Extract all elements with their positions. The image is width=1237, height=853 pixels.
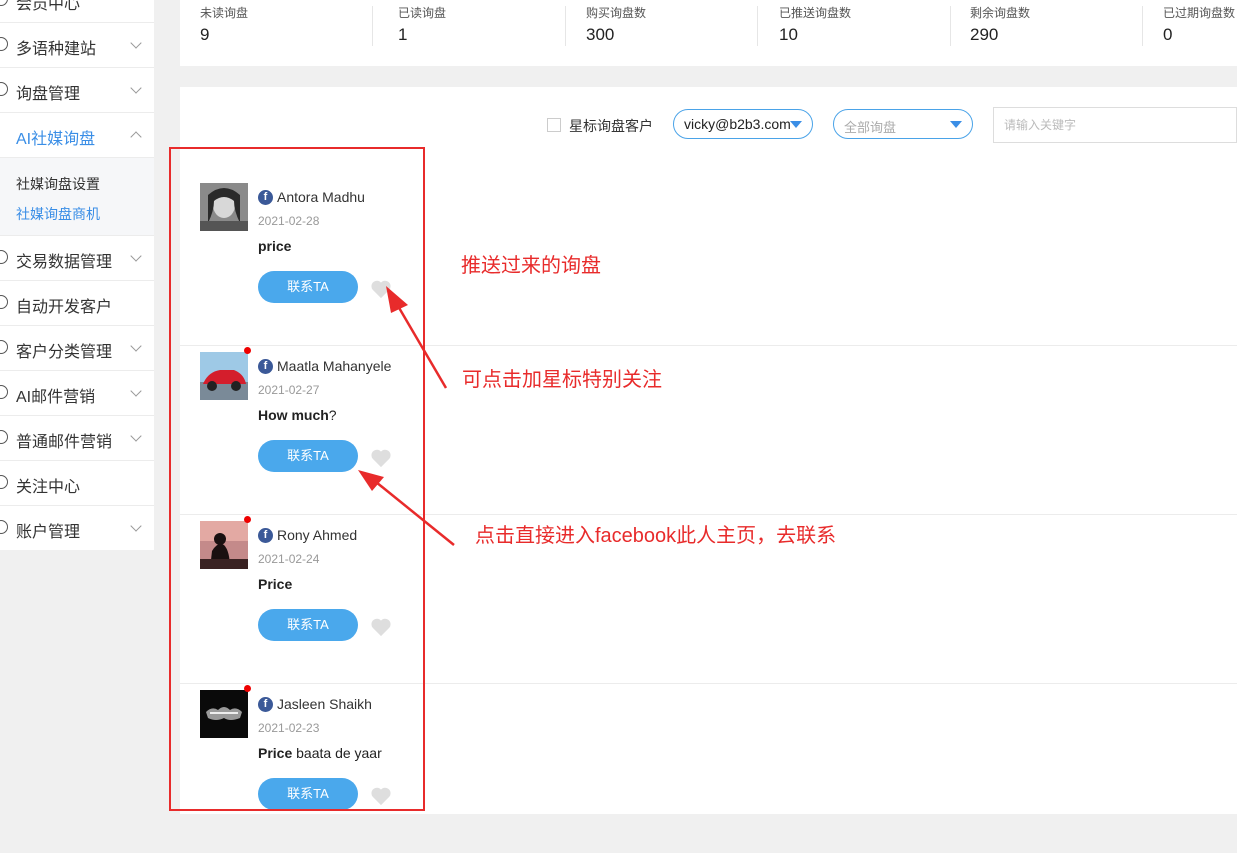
sidebar-item-ai-social-inquiry[interactable]: AI社媒询盘 xyxy=(0,113,154,158)
stat-value: 10 xyxy=(779,25,798,44)
sidebar-item-email-marketing[interactable]: 普通邮件营销 xyxy=(0,416,154,461)
caret-down-icon xyxy=(950,121,962,128)
inquiry-type-select-value: 全部询盘 xyxy=(844,120,897,135)
stat-label: 已读询盘 xyxy=(398,6,447,20)
sidebar-item-account[interactable]: 账户管理 xyxy=(0,506,154,551)
headset-icon xyxy=(0,295,8,309)
subnav-item-social-inquiry-settings[interactable]: 社媒询盘设置 xyxy=(16,174,100,194)
mail-icon xyxy=(0,430,8,444)
sidebar-item-ai-email-marketing[interactable]: AI邮件营销 xyxy=(0,371,154,416)
sidebar-item-label: AI邮件营销 xyxy=(16,389,96,406)
chevron-down-icon xyxy=(130,520,142,532)
stat-value: 9 xyxy=(200,25,210,44)
stat-divider xyxy=(1142,6,1143,46)
account-icon xyxy=(0,520,8,534)
stat-value: 300 xyxy=(586,25,615,44)
annotation-pushed-inquiries: 推送过来的询盘 xyxy=(461,255,601,277)
stats-bar: 未读询盘 9 已读询盘 1 购买询盘数 300 已推送询盘数 10 剩余询盘数 … xyxy=(180,0,1237,66)
sidebar: 会员中心 多语种建站 询盘管理 AI社媒询盘 社媒询盘设置 社媒询盘商机 交易数… xyxy=(0,0,154,550)
sidebar-item-inquiry-management[interactable]: 询盘管理 xyxy=(0,68,154,113)
sidebar-item-label: 多语种建站 xyxy=(16,41,97,58)
star-filter-label: 星标询盘客户 xyxy=(569,118,653,134)
keyword-search-input[interactable] xyxy=(993,107,1237,143)
stat-label: 购买询盘数 xyxy=(586,6,647,20)
chevron-up-icon xyxy=(130,131,142,143)
sidebar-item-follow-center[interactable]: 关注中心 xyxy=(0,461,154,506)
sidebar-subnav: 社媒询盘设置 社媒询盘商机 xyxy=(0,158,154,236)
stat-label: 未读询盘 xyxy=(200,6,249,20)
sidebar-item-label: 关注中心 xyxy=(16,479,81,496)
stat-label: 已推送询盘数 xyxy=(779,6,852,20)
chevron-down-icon xyxy=(130,430,142,442)
sidebar-item-multilingual-site[interactable]: 多语种建站 xyxy=(0,23,154,68)
trade-icon xyxy=(0,250,8,264)
stat-value: 1 xyxy=(398,25,408,44)
sidebar-item-auto-develop[interactable]: 自动开发客户 xyxy=(0,281,154,326)
sidebar-item-member-center[interactable]: 会员中心 xyxy=(0,0,154,23)
annotation-star-follow: 可点击加星标特别关注 xyxy=(462,369,662,391)
sidebar-item-label: 询盘管理 xyxy=(16,86,81,103)
follow-icon xyxy=(0,475,8,489)
stat-divider xyxy=(372,6,373,46)
stat-divider xyxy=(565,6,566,46)
stat-divider xyxy=(757,6,758,46)
sidebar-item-label: 会员中心 xyxy=(16,0,81,13)
sidebar-item-label: 自动开发客户 xyxy=(16,299,113,316)
annotation-contact-facebook: 点击直接进入facebook此人主页，去联系 xyxy=(475,525,837,547)
account-select[interactable]: vicky@b2b3.com xyxy=(673,109,813,139)
stat-label: 剩余询盘数 xyxy=(970,6,1031,20)
chevron-down-icon xyxy=(130,82,142,94)
sidebar-item-trade-data[interactable]: 交易数据管理 xyxy=(0,236,154,281)
member-icon xyxy=(0,0,8,6)
sidebar-item-customer-category[interactable]: 客户分类管理 xyxy=(0,326,154,371)
sidebar-item-label: 账户管理 xyxy=(16,524,81,541)
caret-down-icon xyxy=(790,121,802,128)
sidebar-item-label: AI社媒询盘 xyxy=(16,131,96,148)
inquiry-type-select[interactable]: 全部询盘 xyxy=(833,109,973,139)
annotation-highlight-box xyxy=(169,147,425,811)
stat-value: 0 xyxy=(1163,25,1173,44)
mail-icon xyxy=(0,385,8,399)
sidebar-item-label: 普通邮件营销 xyxy=(16,434,113,451)
stat-value: 290 xyxy=(970,25,999,44)
sidebar-item-label: 交易数据管理 xyxy=(16,254,113,271)
sidebar-item-label: 客户分类管理 xyxy=(16,344,113,361)
globe-icon xyxy=(0,37,8,51)
chevron-down-icon xyxy=(130,37,142,49)
users-icon xyxy=(0,340,8,354)
stat-divider xyxy=(950,6,951,46)
account-select-value: vicky@b2b3.com xyxy=(684,116,791,132)
stat-label: 已过期询盘数 xyxy=(1163,6,1236,20)
chevron-down-icon xyxy=(130,250,142,262)
star-filter-checkbox[interactable] xyxy=(547,118,561,132)
inquiry-icon xyxy=(0,82,8,96)
chevron-down-icon xyxy=(130,385,142,397)
chevron-down-icon xyxy=(130,340,142,352)
subnav-item-social-inquiry-leads[interactable]: 社媒询盘商机 xyxy=(16,204,100,224)
